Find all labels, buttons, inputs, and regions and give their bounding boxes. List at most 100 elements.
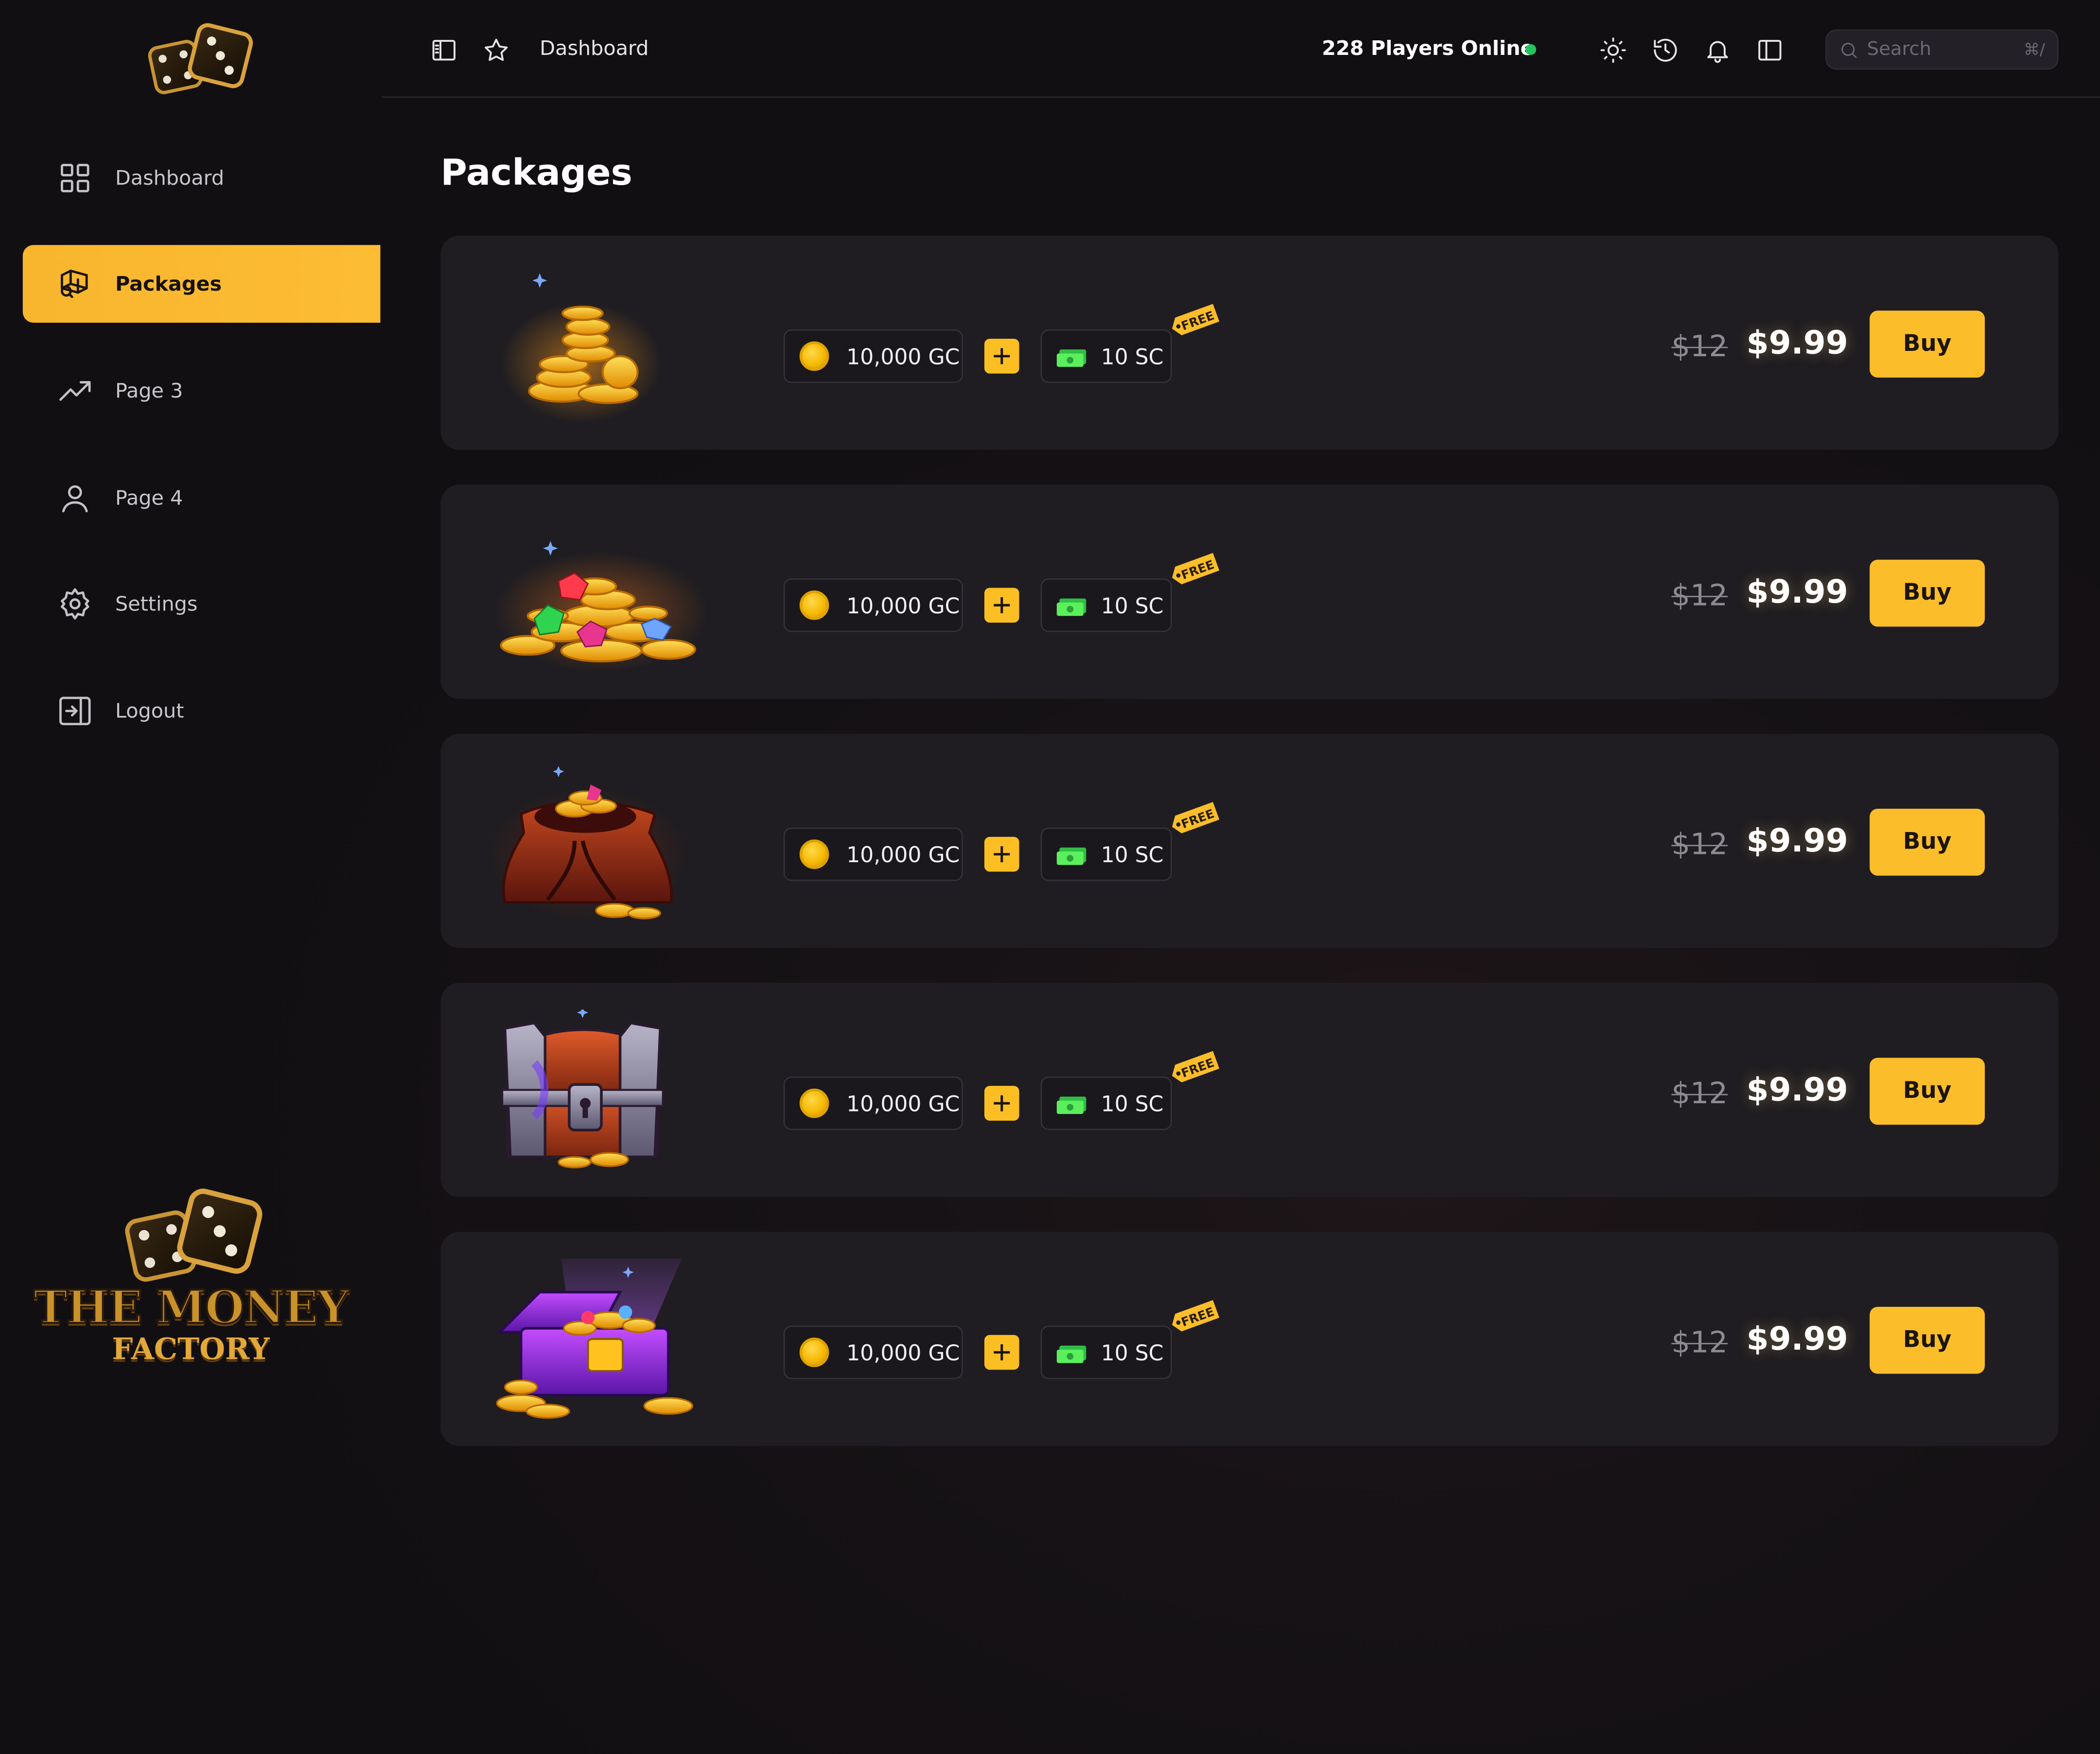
sweep-coins-amount: 10 SC (1101, 1090, 1164, 1116)
free-tag-icon: FREE (1172, 1300, 1220, 1332)
coin-stack-image (501, 273, 662, 423)
original-price: $12 (1671, 1077, 1728, 1111)
sale-price: $9.99 (1746, 1071, 1848, 1109)
gold-coin-icon (799, 341, 829, 371)
plus-icon (984, 1335, 1019, 1370)
free-tag-icon: FREE (1172, 1051, 1220, 1083)
gold-coin-icon (799, 1337, 829, 1367)
sweep-coins-amount: 10 SC (1101, 1339, 1164, 1365)
sidebar-item-label: Page 4 (115, 486, 183, 510)
iron-chest-image (501, 1009, 664, 1169)
breadcrumb[interactable]: Dashboard (540, 36, 648, 60)
original-price: $12 (1671, 579, 1728, 613)
panel-icon[interactable] (1754, 35, 1784, 65)
gold-coins-chip: 10,000 GC (783, 1325, 963, 1379)
sidebar-item-settings[interactable]: Settings (23, 565, 381, 643)
buy-button[interactable]: Buy (1870, 1058, 1985, 1125)
sidebar-item-label: Page 3 (115, 379, 183, 403)
app: Dashboard Packages Page 3 Page 4 Setting… (0, 0, 2100, 1754)
plus-icon (984, 339, 1019, 374)
gear-icon (56, 585, 94, 623)
sweep-coins-amount: 10 SC (1101, 343, 1164, 369)
dice-logo (148, 23, 253, 94)
buy-button[interactable]: Buy (1870, 559, 1985, 627)
sweep-coins-chip: 10 SC (1040, 1325, 1172, 1379)
sweep-coins-amount: 10 SC (1101, 841, 1164, 867)
star-icon[interactable] (481, 35, 510, 65)
cash-icon (1056, 348, 1086, 366)
cash-icon (1056, 847, 1086, 865)
treasure-sack-image (487, 765, 689, 921)
buy-button[interactable]: Buy (1870, 311, 1985, 378)
plus-icon (984, 1086, 1019, 1121)
topbar: Dashboard 228 Players Online Search ⌘/ (382, 0, 2100, 98)
sale-price: $9.99 (1746, 822, 1848, 860)
logout-icon (56, 692, 94, 729)
user-icon (56, 479, 94, 517)
search-box[interactable]: Search ⌘/ (1825, 29, 2059, 70)
bell-icon[interactable] (1702, 35, 1732, 65)
package-card: 10,000 GC 10 SC FREE $12 $9.99 Buy (440, 1232, 2059, 1446)
free-tag-icon: FREE (1172, 304, 1220, 335)
sweep-coins-chip: 10 SC (1040, 827, 1172, 881)
brand-name-line1: THE MONEY (33, 1280, 350, 1336)
search-icon (1841, 43, 1857, 58)
sale-price: $9.99 (1746, 1320, 1848, 1358)
sidebar-item-label: Packages (115, 272, 222, 296)
package-card: 10,000 GC 10 SC FREE $12 $9.99 Buy (440, 485, 2059, 699)
sidebar-item-page-4[interactable]: Page 4 (23, 459, 381, 537)
sidebar-item-label: Dashboard (115, 166, 225, 191)
sidebar: Dashboard Packages Page 3 Page 4 Setting… (0, 0, 382, 1754)
gold-coin-icon (799, 839, 829, 869)
sidebar-item-page-3[interactable]: Page 3 (23, 352, 381, 430)
plus-icon (984, 836, 1019, 872)
gold-coins-chip: 10,000 GC (783, 827, 963, 881)
gold-coins-amount: 10,000 GC (846, 841, 960, 867)
gold-coins-amount: 10,000 GC (846, 343, 960, 369)
search-input[interactable]: Search (1867, 39, 1932, 60)
sun-icon[interactable] (1598, 35, 1628, 65)
sweep-coins-amount: 10 SC (1101, 592, 1164, 618)
gold-coins-amount: 10,000 GC (846, 592, 960, 618)
cash-icon (1056, 1345, 1086, 1363)
package-icon (56, 265, 94, 302)
dice-icon (125, 1188, 262, 1282)
plus-icon (984, 588, 1019, 623)
cash-icon (1056, 598, 1086, 615)
gold-coins-chip: 10,000 GC (783, 329, 963, 383)
package-card: 10,000 GC 10 SC FREE $12 $9.99 Buy (440, 733, 2059, 948)
original-price: $12 (1671, 330, 1728, 365)
brand-name-line2: FACTORY (112, 1332, 270, 1367)
sidebar-item-label: Settings (115, 591, 198, 616)
free-tag-icon: FREE (1172, 802, 1220, 834)
gold-coins-chip: 10,000 GC (783, 578, 963, 632)
search-shortcut: ⌘/ (2023, 40, 2046, 59)
grid-icon (56, 159, 94, 197)
history-icon[interactable] (1650, 35, 1680, 65)
original-price: $12 (1671, 1327, 1728, 1361)
cash-icon (1056, 1095, 1086, 1113)
coins-and-gems-image (494, 541, 709, 673)
gold-coins-chip: 10,000 GC (783, 1077, 963, 1130)
buy-button[interactable]: Buy (1870, 809, 1985, 876)
package-card: 10,000 GC 10 SC FREE $12 $9.99 Buy (440, 235, 2059, 450)
sidebar-item-label: Logout (115, 699, 184, 723)
free-tag-icon: FREE (1172, 553, 1220, 585)
sidebar-item-logout[interactable]: Logout (23, 672, 381, 750)
brand-logo: THE MONEY FACTORY (27, 1185, 355, 1379)
sweep-coins-chip: 10 SC (1040, 329, 1172, 383)
magic-chest-image (496, 1258, 694, 1419)
trending-up-icon (56, 372, 94, 410)
players-online: 228 Players Online (1322, 36, 1534, 60)
gold-coin-icon (799, 1088, 829, 1118)
sale-price: $9.99 (1746, 324, 1848, 362)
sidebar-item-packages[interactable]: Packages (22, 245, 381, 323)
sweep-coins-chip: 10 SC (1040, 1077, 1172, 1130)
gold-coin-icon (799, 590, 829, 620)
buy-button[interactable]: Buy (1870, 1306, 1985, 1374)
gold-coins-amount: 10,000 GC (846, 1090, 960, 1116)
sidebar-item-dashboard[interactable]: Dashboard (23, 139, 381, 217)
package-card: 10,000 GC 10 SC FREE $12 $9.99 Buy (440, 983, 2059, 1197)
sidebar-toggle-icon[interactable] (429, 35, 458, 65)
sale-price: $9.99 (1746, 573, 1848, 611)
